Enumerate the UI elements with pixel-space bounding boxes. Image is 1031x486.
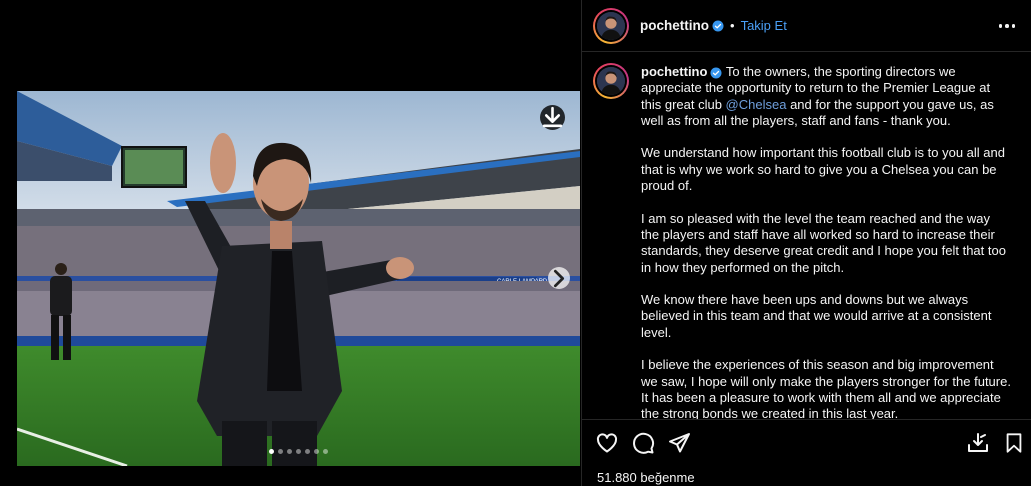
verified-badge-icon	[712, 20, 724, 31]
heart-icon	[596, 433, 618, 453]
verified-badge-icon	[710, 67, 722, 79]
carousel-dot[interactable]	[305, 449, 310, 454]
avatar[interactable]	[593, 7, 629, 44]
caption-paragraph: I am so pleased with the level the team …	[641, 210, 1006, 275]
stadium-photo: CARLE LAMPARD	[17, 91, 580, 466]
carousel-dot[interactable]	[287, 449, 292, 454]
carousel-dot[interactable]	[314, 449, 319, 454]
post-photo[interactable]: CARLE LAMPARD	[17, 91, 580, 466]
caption-paragraph: I believe the experiences of this season…	[641, 357, 1011, 419]
post-caption: pochettino To the owners, the sporting d…	[582, 53, 1031, 419]
comment-button[interactable]	[630, 430, 656, 456]
carousel-dot[interactable]	[323, 449, 328, 454]
more-options-icon	[998, 24, 1003, 28]
post-media: CARLE LAMPARD	[0, 0, 581, 486]
more-options-button[interactable]	[997, 16, 1017, 36]
separator-dot: •	[730, 18, 735, 33]
share-button[interactable]	[666, 430, 692, 456]
post-header: pochettino • Takip Et	[582, 0, 1031, 52]
post-author-username[interactable]: pochettino	[640, 18, 709, 33]
like-button[interactable]	[594, 430, 620, 456]
save-to-collection-button[interactable]	[965, 430, 991, 456]
carousel-dot[interactable]	[296, 449, 301, 454]
carousel-indicator	[17, 449, 580, 454]
bookmark-button[interactable]	[1001, 430, 1027, 456]
caption-paragraph: We understand how important this footbal…	[641, 145, 1005, 194]
profile-photo	[597, 67, 625, 95]
caption-avatar[interactable]	[593, 63, 629, 99]
profile-photo	[597, 11, 625, 40]
post-details-panel: pochettino • Takip Et pochettino To the …	[581, 0, 1031, 486]
comment-icon	[633, 432, 655, 454]
download-icon	[968, 433, 988, 452]
caption-username[interactable]: pochettino	[641, 64, 707, 79]
bookmark-icon	[1006, 433, 1022, 453]
next-slide-button[interactable]	[548, 267, 570, 289]
share-icon	[669, 433, 690, 453]
mention-link[interactable]: @Chelsea	[726, 97, 787, 112]
caption-paragraph: We know there have been ups and downs bu…	[641, 292, 992, 340]
chevron-right-icon	[553, 269, 565, 287]
carousel-dot[interactable]	[278, 449, 283, 454]
follow-button[interactable]: Takip Et	[741, 18, 787, 33]
caption-text: pochettino To the owners, the sporting d…	[641, 64, 1011, 419]
like-count[interactable]: 51.880 beğenme	[597, 470, 695, 485]
caption-paragraph: pochettino To the owners, the sporting d…	[641, 64, 1011, 129]
carousel-dot[interactable]	[269, 449, 274, 454]
post-actions: 51.880 beğenme	[582, 419, 1031, 486]
